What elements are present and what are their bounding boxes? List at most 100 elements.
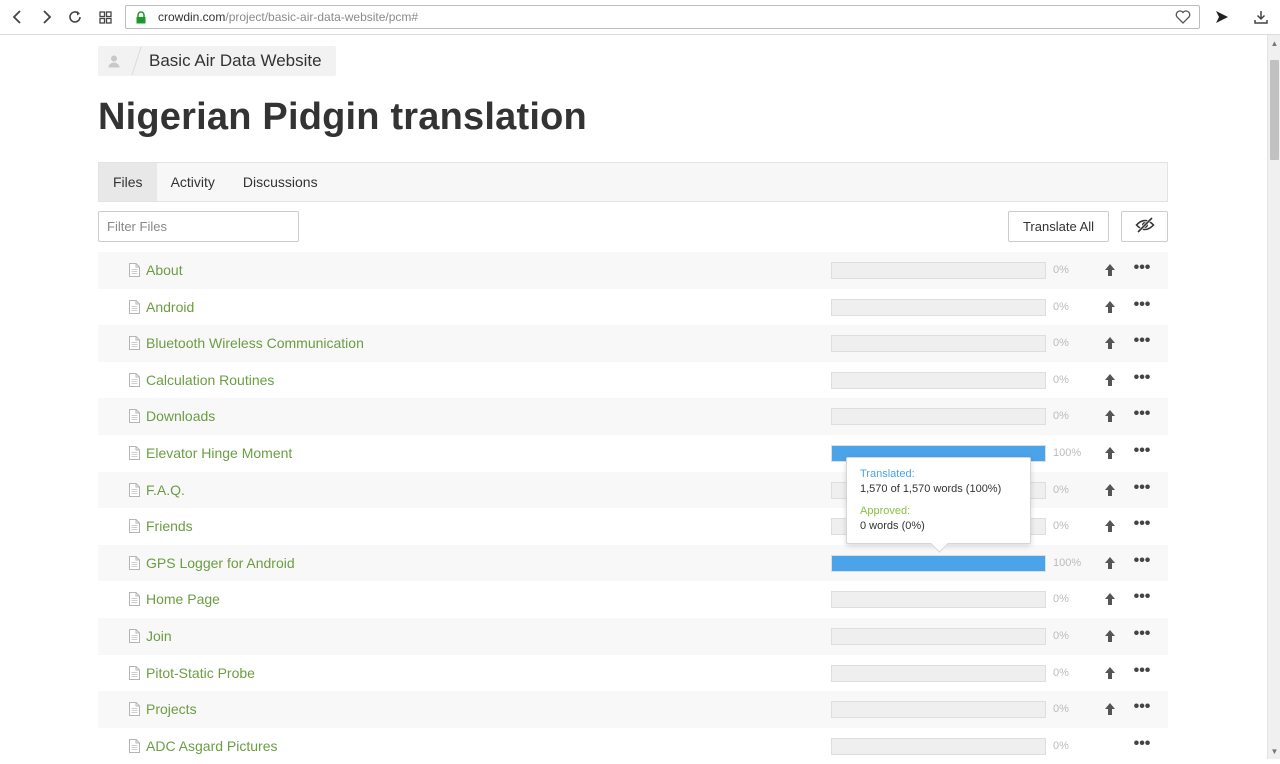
file-name-link[interactable]: Home Page bbox=[146, 591, 220, 607]
more-options-icon[interactable]: ••• bbox=[1131, 442, 1153, 461]
progress-percent: 0% bbox=[1053, 410, 1069, 423]
progress-percent: 0% bbox=[1053, 300, 1069, 313]
more-options-icon[interactable]: ••• bbox=[1131, 479, 1153, 498]
file-name-link[interactable]: Android bbox=[146, 299, 194, 315]
upload-icon[interactable] bbox=[1103, 372, 1117, 388]
translation-progress-bar[interactable] bbox=[831, 554, 1046, 572]
file-name-link[interactable]: Projects bbox=[146, 701, 197, 717]
more-options-icon[interactable]: ••• bbox=[1131, 552, 1153, 571]
file-row: Join 0% ••• bbox=[98, 617, 1168, 655]
url-text: crowdin.com/project/basic-air-data-websi… bbox=[158, 10, 418, 24]
speed-dial-icon[interactable] bbox=[93, 5, 117, 29]
file-icon bbox=[129, 482, 140, 502]
scroll-up-icon[interactable]: ▲ bbox=[1270, 39, 1279, 49]
browser-toolbar: crowdin.com/project/basic-air-data-websi… bbox=[0, 0, 1280, 35]
file-icon bbox=[129, 519, 140, 538]
file-icon bbox=[129, 445, 140, 465]
file-name-link[interactable]: ADC Asgard Pictures bbox=[146, 738, 278, 754]
more-options-icon[interactable]: ••• bbox=[1131, 333, 1153, 351]
address-bar[interactable]: crowdin.com/project/basic-air-data-websi… bbox=[125, 5, 1200, 29]
more-options-icon[interactable]: ••• bbox=[1131, 406, 1153, 424]
filter-files-input[interactable] bbox=[98, 211, 299, 242]
file-name-link[interactable]: Friends bbox=[146, 518, 193, 534]
file-name-link[interactable]: Bluetooth Wireless Communication bbox=[146, 335, 364, 351]
file-name-link[interactable]: Calculation Routines bbox=[146, 372, 274, 388]
upload-icon[interactable] bbox=[1103, 482, 1117, 498]
tab-activity[interactable]: Activity bbox=[157, 163, 229, 201]
file-icon bbox=[129, 738, 140, 758]
breadcrumb: Basic Air Data Website bbox=[98, 46, 336, 76]
upload-icon[interactable] bbox=[1103, 555, 1117, 571]
translation-progress-bar[interactable] bbox=[831, 298, 1046, 316]
upload-icon[interactable] bbox=[1103, 408, 1117, 424]
flow-icon[interactable] bbox=[1210, 5, 1234, 29]
translate-all-button[interactable]: Translate All bbox=[1008, 211, 1109, 242]
translation-progress-bar[interactable] bbox=[831, 371, 1046, 389]
more-options-icon[interactable]: ••• bbox=[1131, 260, 1153, 278]
back-icon[interactable] bbox=[6, 5, 30, 29]
upload-icon[interactable] bbox=[1103, 518, 1117, 534]
progress-percent: 0% bbox=[1053, 483, 1069, 496]
file-name-link[interactable]: About bbox=[146, 262, 183, 278]
file-row: Pitot-Static Probe 0% ••• bbox=[98, 655, 1168, 692]
translation-progress-bar[interactable] bbox=[831, 664, 1046, 682]
file-row: Calculation Routines 0% ••• bbox=[98, 362, 1168, 399]
translation-progress-bar[interactable] bbox=[831, 627, 1046, 645]
more-options-icon[interactable]: ••• bbox=[1131, 516, 1153, 534]
tab-discussions[interactable]: Discussions bbox=[229, 163, 332, 201]
translation-progress-bar[interactable] bbox=[831, 591, 1046, 609]
more-options-icon[interactable]: ••• bbox=[1131, 589, 1153, 607]
file-icon bbox=[129, 372, 140, 392]
url-path: /project/basic-air-data-website/pcm# bbox=[225, 10, 419, 24]
breadcrumb-separator bbox=[131, 47, 142, 75]
progress-percent: 0% bbox=[1053, 739, 1069, 752]
page-scrollbar[interactable]: ▲ ▼ bbox=[1267, 35, 1280, 759]
hide-completed-button[interactable] bbox=[1121, 211, 1168, 242]
breadcrumb-project[interactable]: Basic Air Data Website bbox=[149, 51, 322, 71]
download-icon[interactable] bbox=[1249, 5, 1273, 29]
upload-icon[interactable] bbox=[1103, 591, 1117, 607]
translation-progress-bar[interactable] bbox=[831, 737, 1046, 755]
upload-icon[interactable] bbox=[1103, 299, 1117, 315]
translation-progress-bar[interactable] bbox=[831, 262, 1046, 279]
file-icon bbox=[129, 299, 140, 319]
file-icon bbox=[129, 409, 140, 428]
reload-icon[interactable] bbox=[63, 5, 87, 29]
file-row: Bluetooth Wireless Communication 0% ••• bbox=[98, 325, 1168, 362]
user-avatar-icon[interactable] bbox=[98, 46, 130, 76]
file-name-link[interactable]: Downloads bbox=[146, 408, 215, 424]
tooltip-translated-value: 1,570 of 1,570 words (100%) bbox=[860, 483, 1002, 495]
progress-percent: 100% bbox=[1053, 556, 1082, 569]
file-name-link[interactable]: GPS Logger for Android bbox=[146, 555, 295, 571]
file-name-link[interactable]: F.A.Q. bbox=[146, 482, 185, 498]
upload-icon[interactable] bbox=[1103, 262, 1117, 278]
translation-progress-bar[interactable] bbox=[831, 335, 1046, 353]
heart-icon[interactable] bbox=[1175, 10, 1191, 29]
file-icon bbox=[129, 263, 140, 282]
upload-icon[interactable] bbox=[1103, 628, 1117, 644]
file-name-link[interactable]: Elevator Hinge Moment bbox=[146, 445, 292, 461]
scroll-thumb[interactable] bbox=[1270, 60, 1279, 160]
upload-icon[interactable] bbox=[1103, 445, 1117, 461]
more-options-icon[interactable]: ••• bbox=[1131, 735, 1153, 754]
progress-percent: 100% bbox=[1053, 446, 1082, 459]
translation-progress-bar[interactable] bbox=[831, 701, 1046, 719]
file-icon bbox=[129, 555, 140, 575]
upload-icon[interactable] bbox=[1103, 335, 1117, 351]
more-options-icon[interactable]: ••• bbox=[1131, 296, 1153, 315]
progress-percent: 0% bbox=[1053, 666, 1069, 679]
progress-percent: 0% bbox=[1053, 593, 1069, 606]
more-options-icon[interactable]: ••• bbox=[1131, 369, 1153, 388]
more-options-icon[interactable]: ••• bbox=[1131, 662, 1153, 681]
more-options-icon[interactable]: ••• bbox=[1131, 699, 1153, 717]
file-name-link[interactable]: Join bbox=[146, 628, 172, 644]
file-name-link[interactable]: Pitot-Static Probe bbox=[146, 665, 255, 681]
translation-progress-bar[interactable] bbox=[831, 408, 1046, 426]
forward-icon[interactable] bbox=[34, 5, 58, 29]
upload-icon[interactable] bbox=[1103, 665, 1117, 681]
scroll-down-icon[interactable]: ▼ bbox=[1270, 747, 1279, 757]
tab-files[interactable]: Files bbox=[99, 163, 157, 201]
tooltip-approved-label: Approved: bbox=[860, 505, 911, 517]
upload-icon[interactable] bbox=[1103, 701, 1117, 717]
more-options-icon[interactable]: ••• bbox=[1131, 625, 1153, 644]
